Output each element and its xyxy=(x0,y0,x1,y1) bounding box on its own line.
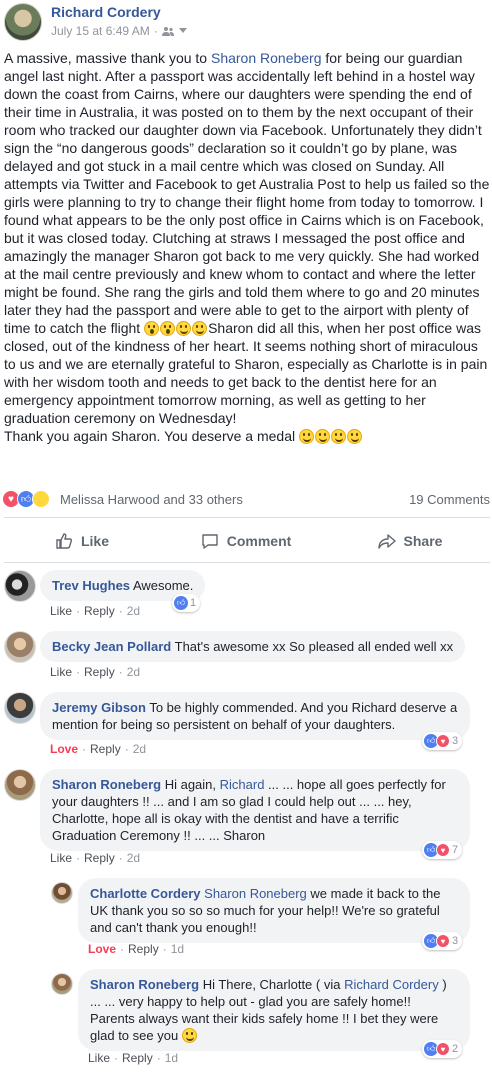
comment-reaction-badge[interactable]: 👍︎ ♥ 3 xyxy=(422,932,463,950)
comment-like-link[interactable]: Like xyxy=(50,604,72,618)
love-reaction-icon: ♥ xyxy=(436,843,450,857)
smile-emoji-icon xyxy=(192,321,208,336)
commenter-name[interactable]: Sharon Roneberg xyxy=(52,777,161,792)
commenter-name[interactable]: Becky Jean Pollard xyxy=(52,639,171,654)
comment-reply-link[interactable]: Reply xyxy=(84,851,115,865)
comment: Becky Jean Pollard That's awesome xx So … xyxy=(0,629,492,681)
comment-actions: Like · Reply · 2d xyxy=(50,851,141,865)
commenter-name[interactable]: Sharon Roneberg xyxy=(90,977,199,992)
commenter-name[interactable]: Jeremy Gibson xyxy=(52,700,146,715)
mention-link[interactable]: Sharon Roneberg xyxy=(204,886,307,901)
smile-emoji-icon xyxy=(298,429,314,444)
author-avatar[interactable] xyxy=(4,3,42,41)
comment-reaction-badge[interactable]: 👍︎ 1 xyxy=(172,594,201,612)
chevron-down-icon[interactable] xyxy=(178,28,187,34)
comment-actions: Like · Reply · 2d xyxy=(50,665,141,679)
comment-reply-link[interactable]: Reply xyxy=(84,665,115,679)
comment-icon xyxy=(201,532,219,550)
thumbs-up-icon xyxy=(55,532,73,550)
comment-time[interactable]: 2d xyxy=(133,742,146,756)
mention-link[interactable]: Richard xyxy=(220,777,265,792)
comment-actions: Like · Reply · 1d xyxy=(88,1051,179,1065)
reactions-summary: ♥ 👍︎ Melissa Harwood and 33 others 19 Co… xyxy=(0,487,492,511)
post-paragraph: A massive, massive thank you to Sharon R… xyxy=(4,50,490,426)
share-icon xyxy=(377,532,396,550)
comment-time[interactable]: 2d xyxy=(127,604,140,618)
commenter-avatar[interactable] xyxy=(4,631,36,663)
like-reaction-icon: 👍︎ xyxy=(174,596,188,610)
author-name[interactable]: Richard Cordery xyxy=(51,4,161,20)
comment-actions: Love · Reply · 1d xyxy=(88,942,185,956)
smile-emoji-icon xyxy=(314,429,330,444)
comment-reply-link[interactable]: Reply xyxy=(84,604,115,618)
commenter-name[interactable]: Charlotte Cordery xyxy=(90,886,201,901)
comment-like-link[interactable]: Like xyxy=(50,665,72,679)
comment-text-prefix: Hi There, Charlotte ( via xyxy=(202,977,345,992)
commenter-avatar[interactable] xyxy=(51,882,73,904)
comment-like-link[interactable]: Like xyxy=(50,851,72,865)
reaction-icons[interactable]: ♥ 👍︎ xyxy=(2,490,50,508)
comment-actions: Love · Reply · 2d xyxy=(50,742,147,756)
tagged-user-link[interactable]: Sharon Roneberg xyxy=(211,50,322,66)
comment: Sharon Roneberg Hi again, Richard ... ..… xyxy=(0,767,492,867)
post-actions: Like Comment Share xyxy=(0,523,492,559)
post-closing: Thank you again Sharon. You deserve a me… xyxy=(4,427,490,445)
divider xyxy=(4,517,490,518)
comment-time[interactable]: 1d xyxy=(165,1051,178,1065)
comment-bubble: Charlotte Cordery Sharon Roneberg we mad… xyxy=(78,878,470,943)
comment-actions: Like · Reply · 2d xyxy=(50,604,141,618)
reply: Charlotte Cordery Sharon Roneberg we mad… xyxy=(0,876,492,958)
commenter-avatar[interactable] xyxy=(51,973,73,995)
comment-text-prefix: Hi again, xyxy=(164,777,220,792)
astonished-emoji-icon xyxy=(144,321,160,336)
love-reaction-icon: ♥ xyxy=(436,734,450,748)
comment-bubble: Jeremy Gibson To be highly commended. An… xyxy=(40,692,470,740)
comment-like-link[interactable]: Like xyxy=(88,1051,110,1065)
comment: Trev Hughes Awesome. 👍︎ 1 Like · Reply · 2… xyxy=(0,568,492,620)
comment-button[interactable]: Comment xyxy=(164,523,328,559)
friends-icon[interactable] xyxy=(161,26,175,36)
comment-bubble: Sharon Roneberg Hi again, Richard ... ..… xyxy=(40,769,470,851)
comment-reply-link[interactable]: Reply xyxy=(90,742,121,756)
comment: Jeremy Gibson To be highly commended. An… xyxy=(0,690,492,758)
comment-bubble: Becky Jean Pollard That's awesome xx So … xyxy=(40,631,466,662)
commenter-avatar[interactable] xyxy=(4,769,36,801)
post-body: A massive, massive thank you to Sharon R… xyxy=(4,49,490,445)
love-reaction-icon: ♥ xyxy=(436,934,450,948)
comment-bubble: Sharon Roneberg Hi There, Charlotte ( vi… xyxy=(78,969,470,1051)
grin-emoji-icon xyxy=(181,1028,197,1043)
share-button[interactable]: Share xyxy=(328,523,492,559)
comment-text: Awesome. xyxy=(132,578,194,593)
post-meta: July 15 at 6:49 AM · xyxy=(51,24,187,38)
comments-count-link[interactable]: 19 Comments xyxy=(409,492,490,507)
astonished-emoji-icon xyxy=(160,321,176,336)
commenter-avatar[interactable] xyxy=(4,570,36,602)
smile-emoji-icon xyxy=(346,429,362,444)
comment-love-link[interactable]: Love xyxy=(88,942,116,956)
comment-reaction-badge[interactable]: 👍︎ ♥ 2 xyxy=(422,1040,463,1058)
post-timestamp[interactable]: July 15 at 6:49 AM xyxy=(51,24,150,38)
comment-text: That's awesome xx So pleased all ended w… xyxy=(174,639,454,654)
like-button[interactable]: Like xyxy=(0,523,164,559)
smile-emoji-icon xyxy=(330,429,346,444)
commenter-name[interactable]: Trev Hughes xyxy=(52,578,130,593)
comment-time[interactable]: 2d xyxy=(127,665,140,679)
comment-reply-link[interactable]: Reply xyxy=(122,1051,153,1065)
mention-link[interactable]: Richard Cordery xyxy=(344,977,439,992)
wow-reaction-icon xyxy=(32,490,50,508)
comment-time[interactable]: 2d xyxy=(127,851,140,865)
divider xyxy=(4,562,490,563)
commenter-avatar[interactable] xyxy=(4,692,36,724)
reaction-names[interactable]: Melissa Harwood and 33 others xyxy=(60,492,243,507)
smile-emoji-icon xyxy=(176,321,192,336)
love-reaction-icon: ♥ xyxy=(436,1042,450,1056)
reply: Sharon Roneberg Hi There, Charlotte ( vi… xyxy=(0,967,492,1067)
comment-reaction-badge[interactable]: 👍︎ ♥ 7 xyxy=(422,841,463,859)
post-header: Richard Cordery July 15 at 6:49 AM · xyxy=(0,0,492,44)
comment-reply-link[interactable]: Reply xyxy=(128,942,159,956)
comment-reaction-badge[interactable]: 👍︎ ♥ 3 xyxy=(422,732,463,750)
comment-time[interactable]: 1d xyxy=(171,942,184,956)
comment-love-link[interactable]: Love xyxy=(50,742,78,756)
